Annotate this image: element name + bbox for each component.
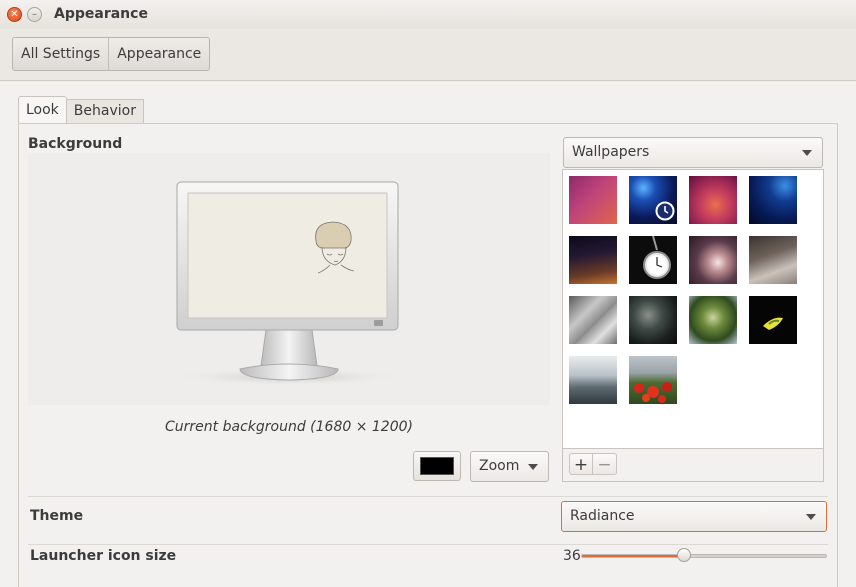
background-color-button[interactable] — [413, 451, 461, 481]
monitor-preview-image — [169, 181, 409, 386]
launcher-icon-size-value: 36 — [563, 548, 581, 564]
background-heading: Background — [28, 136, 123, 152]
scaling-mode-dropdown[interactable]: Zoom — [470, 451, 549, 482]
divider — [28, 496, 828, 497]
scaling-mode-value: Zoom — [479, 458, 520, 474]
theme-value: Radiance — [570, 508, 635, 524]
wallpaper-thumb-13[interactable] — [569, 356, 617, 404]
title-bar: ✕ – Appearance — [0, 0, 856, 30]
wallpaper-thumb-5[interactable] — [569, 236, 617, 284]
slider-fill — [582, 555, 686, 557]
launcher-icon-size-label: Launcher icon size — [30, 548, 177, 564]
breadcrumb: All Settings Appearance — [12, 37, 211, 71]
chevron-down-icon — [802, 150, 812, 156]
wallpaper-source-dropdown[interactable]: Wallpapers — [563, 137, 823, 168]
chevron-down-icon — [528, 464, 538, 470]
breadcrumb-all-settings[interactable]: All Settings — [13, 38, 108, 70]
theme-label: Theme — [30, 508, 84, 524]
wallpaper-thumb-10[interactable] — [629, 296, 677, 344]
wallpaper-thumb-4[interactable] — [749, 176, 797, 224]
background-preview — [28, 153, 550, 405]
toolbar: All Settings Appearance — [0, 29, 856, 81]
wallpaper-thumb-1[interactable] — [569, 176, 617, 224]
minimize-window-button[interactable]: – — [27, 7, 42, 22]
wallpaper-thumb-6[interactable] — [629, 236, 677, 284]
add-wallpaper-button[interactable]: + — [569, 453, 593, 475]
wallpaper-thumb-11[interactable] — [689, 296, 737, 344]
breadcrumb-appearance[interactable]: Appearance — [108, 38, 209, 70]
pocket-watch-image — [643, 236, 671, 279]
wallpaper-add-remove: + − — [569, 453, 617, 477]
background-caption: Current background (1680 × 1200) — [165, 419, 413, 435]
theme-dropdown[interactable]: Radiance — [561, 501, 827, 532]
wallpaper-thumb-3[interactable] — [689, 176, 737, 224]
minimize-icon: – — [32, 9, 37, 20]
chevron-down-icon — [806, 514, 816, 520]
wallpaper-thumb-9[interactable] — [569, 296, 617, 344]
tab-bar: Look Behavior — [18, 96, 144, 124]
wallpaper-thumb-2[interactable] — [629, 176, 677, 224]
close-window-button[interactable]: ✕ — [7, 7, 22, 22]
poppies-image — [634, 382, 672, 403]
yellow-flower-image — [763, 317, 783, 330]
remove-wallpaper-button[interactable]: − — [593, 453, 617, 475]
wallpaper-grid — [562, 169, 824, 449]
launcher-icon-size-slider[interactable] — [581, 554, 827, 558]
wallpaper-thumb-12[interactable] — [749, 296, 797, 344]
window-title: Appearance — [54, 6, 148, 22]
close-icon: ✕ — [10, 9, 19, 20]
wallpaper-source-value: Wallpapers — [572, 144, 650, 160]
wallpaper-thumb-14[interactable] — [629, 356, 677, 404]
wallpaper-actions: + − — [562, 449, 824, 482]
tab-behavior[interactable]: Behavior — [66, 99, 144, 124]
clock-icon — [655, 201, 675, 221]
wallpaper-thumb-8[interactable] — [749, 236, 797, 284]
color-swatch — [420, 457, 454, 475]
tab-look[interactable]: Look — [18, 96, 67, 124]
divider — [28, 544, 828, 545]
wallpaper-thumb-7[interactable] — [689, 236, 737, 284]
